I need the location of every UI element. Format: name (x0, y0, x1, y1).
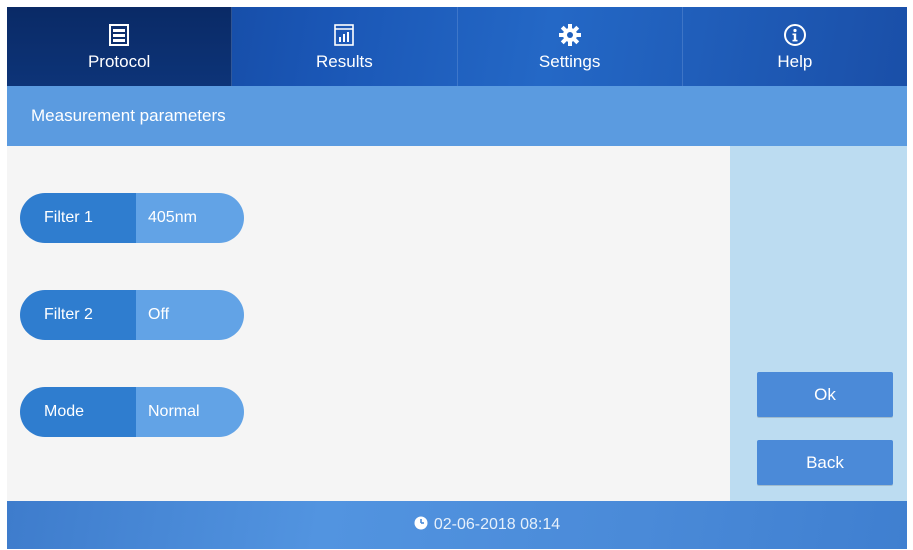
tab-settings[interactable]: Settings (458, 7, 683, 86)
protocol-icon (106, 22, 132, 48)
tab-protocol-label: Protocol (87, 51, 151, 71)
tab-results[interactable]: Results (232, 7, 458, 86)
datetime-text: 02-06-2018 08:14 (433, 516, 561, 533)
top-nav: Protocol Results Settings Help (7, 7, 907, 86)
tab-protocol[interactable]: Protocol (7, 7, 233, 86)
filter1-label: Filter 1 (20, 193, 136, 243)
filter2-selector[interactable]: Filter 2 Off (20, 290, 244, 340)
clock-icon (414, 516, 428, 535)
gear-icon (557, 22, 583, 48)
page-header: Measurement parameters (7, 86, 907, 146)
filter1-selector[interactable]: Filter 1 405nm (20, 193, 244, 243)
info-icon (782, 22, 808, 48)
mode-value: Normal (136, 387, 244, 437)
mode-label: Mode (20, 387, 136, 437)
results-icon (331, 22, 357, 48)
filter1-value: 405nm (136, 193, 244, 243)
tab-settings-label: Settings (538, 51, 601, 71)
tab-results-label: Results (316, 51, 373, 71)
mode-selector[interactable]: Mode Normal (20, 387, 244, 437)
filter2-value: Off (136, 290, 244, 340)
page-title: Measurement parameters (31, 106, 226, 125)
ok-button[interactable]: Ok (757, 372, 893, 417)
filter2-label: Filter 2 (20, 290, 136, 340)
tab-help-label: Help (777, 51, 813, 71)
tab-help[interactable]: Help (683, 7, 907, 86)
back-button[interactable]: Back (757, 440, 893, 485)
status-bar: 02-06-2018 08:14 (7, 501, 907, 549)
datetime-display: 02-06-2018 08:14 (414, 516, 560, 535)
